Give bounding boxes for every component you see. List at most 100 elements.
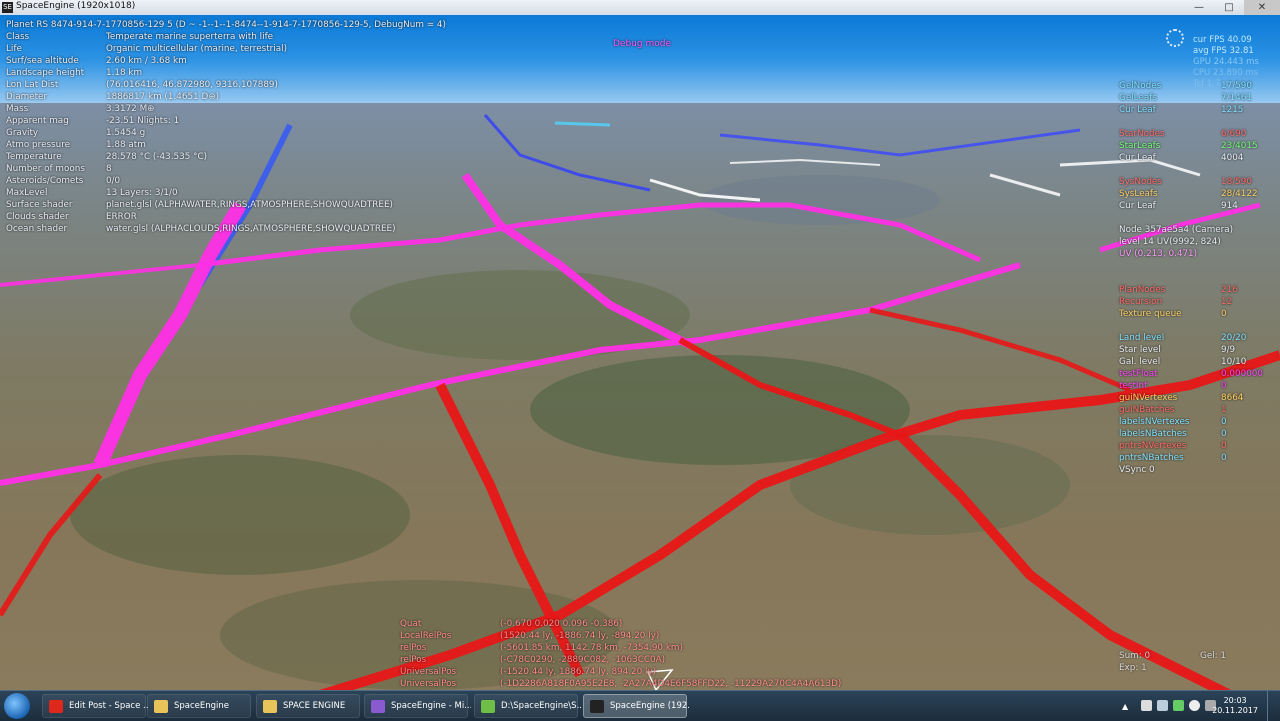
spaceengine-icon [590,700,604,713]
fps-line: GPU 24.443 ms [1193,57,1259,67]
spaceengine-app-icon: SE [2,2,13,13]
debug-stat-value: 6/690 [1221,129,1247,139]
taskbar-item[interactable]: SpaceEngine [147,694,251,718]
visual-studio-icon [371,700,385,713]
debug-stat-row: Cur Leaf 4004 [1119,152,1263,164]
position-stat-value: (-1520.44 ly, 1886.74 ly, 894.20 ly) [500,667,657,677]
debug-stat-label: Star level [1119,345,1161,355]
debug-stat-value: 10/10 [1221,357,1247,367]
tray-app-icon[interactable] [1157,700,1168,711]
close-button[interactable]: ✕ [1244,0,1280,15]
taskbar-item-label: D:\SpaceEngine\S... [501,701,581,711]
taskbar-item[interactable]: SPACE ENGINE [256,694,360,718]
network-icon[interactable] [1141,700,1152,711]
taskbar-item[interactable]: SpaceEngine (192... [583,694,690,718]
fps-line: cur FPS 40.09 [1193,35,1252,45]
planet-stat-value: planet.glsl (ALPHAWATER,RINGS,ATMOSPHERE… [106,200,393,210]
debug-stat-label: guiNBatches [1119,405,1175,415]
position-stat-label: Quat [400,619,422,629]
debug-stat-value: 28/4122 [1221,189,1258,199]
debug-stat-row: Star level 9/9 [1119,344,1263,356]
node-info: UV (0.213, 0.471) [1119,249,1198,259]
debug-stat-row: Land level 20/20 [1119,332,1263,344]
show-desktop-button[interactable] [1267,691,1280,721]
debug-stat-label: StarNodes [1119,129,1165,139]
planet-stat-row: Mass 3.3172 M⊕ [6,103,446,115]
window-titlebar[interactable]: SE SpaceEngine (1920x1018) — □ ✕ [0,0,1280,16]
debug-stat-row: StarNodes 6/690 [1119,128,1263,140]
debug-stat-value: 9/9 [1221,345,1236,355]
taskbar-item-label: SpaceEngine [174,701,230,711]
planet-stat-label: Asteroids/Comets [6,176,84,186]
planet-stat-label: Clouds shader [6,212,69,222]
planet-stat-row: Ocean shader water.glsl (ALPHACLOUDS,RING… [6,223,446,235]
debug-stat-value: 0 [1221,417,1227,427]
taskbar-item[interactable]: D:\SpaceEngine\S... [474,694,581,718]
debug-stat-value: 0 [1221,381,1227,391]
planet-stat-row: Lon Lat Dist (76.016416, 46.872980, 9316.… [6,79,446,91]
quadtree-line-magenta [93,201,247,468]
debug-stat-value: 18/590 [1221,177,1252,187]
debug-stat-label: labelsNBatches [1119,429,1187,439]
debug-stat-row: labelsNBatches 0 [1119,428,1263,440]
position-stat-label: UniversalPos [400,679,457,689]
planet-stat-row: Landscape height 1.18 km [6,67,446,79]
planet-name: Planet RS 8474-914-7-1770856-129 5 (D ~ … [6,20,446,30]
hill [700,175,940,225]
planet-stat-row: Life Organic multicellular (marine, terre… [6,43,446,55]
debug-stat-row: SysLeafs 28/4122 [1119,188,1263,200]
debug-stat-value: 1215 [1221,105,1244,115]
debug-stat-value: 4004 [1221,153,1244,163]
show-hidden-icons-icon[interactable]: ▲ [1122,702,1130,711]
debug-stat-label: guiNVertexes [1119,393,1178,403]
maximize-button[interactable]: □ [1214,0,1244,15]
hill [790,435,1070,535]
debug-stat-row: Cur Leaf 1215 [1119,104,1263,116]
sum-value: Sum: 0 [1119,651,1151,661]
debug-stat-label: PlanNodes [1119,285,1166,295]
debug-stat-value: 0 [1221,429,1227,439]
fps-line: CPU 23.890 ms [1193,68,1259,78]
debug-stat-label: labelsNVertexes [1119,417,1190,427]
planet-stat-value: 1886817 km (1.4651 D⊕) [106,92,220,102]
debug-stat-label: Recursion [1119,297,1163,307]
position-stat-row: UniversalPos (-1520.44 ly, 1886.74 ly, 89… [400,666,841,678]
start-button[interactable] [4,693,30,719]
planet-surface-view[interactable]: Planet RS 8474-914-7-1770856-129 5 (D ~ … [0,15,1280,690]
folder-icon [154,700,168,713]
taskbar-item[interactable]: Edit Post - Space ... [42,694,149,718]
tray-app-icon[interactable] [1173,700,1184,711]
position-stat-label: UniversalPos [400,667,457,677]
debug-stat-row: StarLeafs 23/4015 [1119,140,1263,152]
clock-time: 20:03 [1223,696,1247,705]
planet-stat-value: Organic multicellular (marine, terrestri… [106,44,288,54]
debug-stat-label: testInt [1119,381,1148,391]
debug-stat-row: GelLeafs 7/1461 [1119,92,1263,104]
taskbar-clock[interactable]: 20:03 20.11.2017 [1212,696,1258,716]
planet-stat-label: Diameter [6,92,48,102]
planet-stat-value: ERROR [106,212,137,222]
position-stat-value: (-C78C0290, -2889C082, -1063CC0A) [500,655,666,665]
debug-stat-label: Land level [1119,333,1165,343]
planet-stat-label: Ocean shader [6,224,68,234]
quadtree-line-blue [719,128,1081,157]
quadtree-line-blue [483,114,651,192]
planet-stat-value: 28.578 °C (-43.535 °C) [106,152,208,162]
planet-stat-row: Apparent mag -23.51 Nlights: 1 [6,115,446,127]
debug-stat-label: Texture queue [1119,309,1182,319]
planet-stat-value: Temperate marine superterra with life [106,32,274,42]
planet-stat-label: Surf/sea altitude [6,56,79,66]
debug-stat-value: 914 [1221,201,1238,211]
planet-stat-value: (76.016416, 46.872980, 9316.107889) [106,80,278,90]
debug-mode-label: Debug mode [613,39,671,49]
debug-stat-value: 0 [1221,453,1227,463]
planet-stat-row: Number of moons 8 [6,163,446,175]
taskbar-item[interactable]: SpaceEngine - Mi... [364,694,471,718]
speaker-icon[interactable] [1189,700,1200,711]
notepad-icon [481,700,495,713]
planet-stat-label: Surface shader [6,200,73,210]
minimize-button[interactable]: — [1184,0,1214,15]
hill [70,455,410,575]
planet-stat-label: Atmo pressure [6,140,71,150]
planet-stat-value: 3.3172 M⊕ [106,104,155,114]
